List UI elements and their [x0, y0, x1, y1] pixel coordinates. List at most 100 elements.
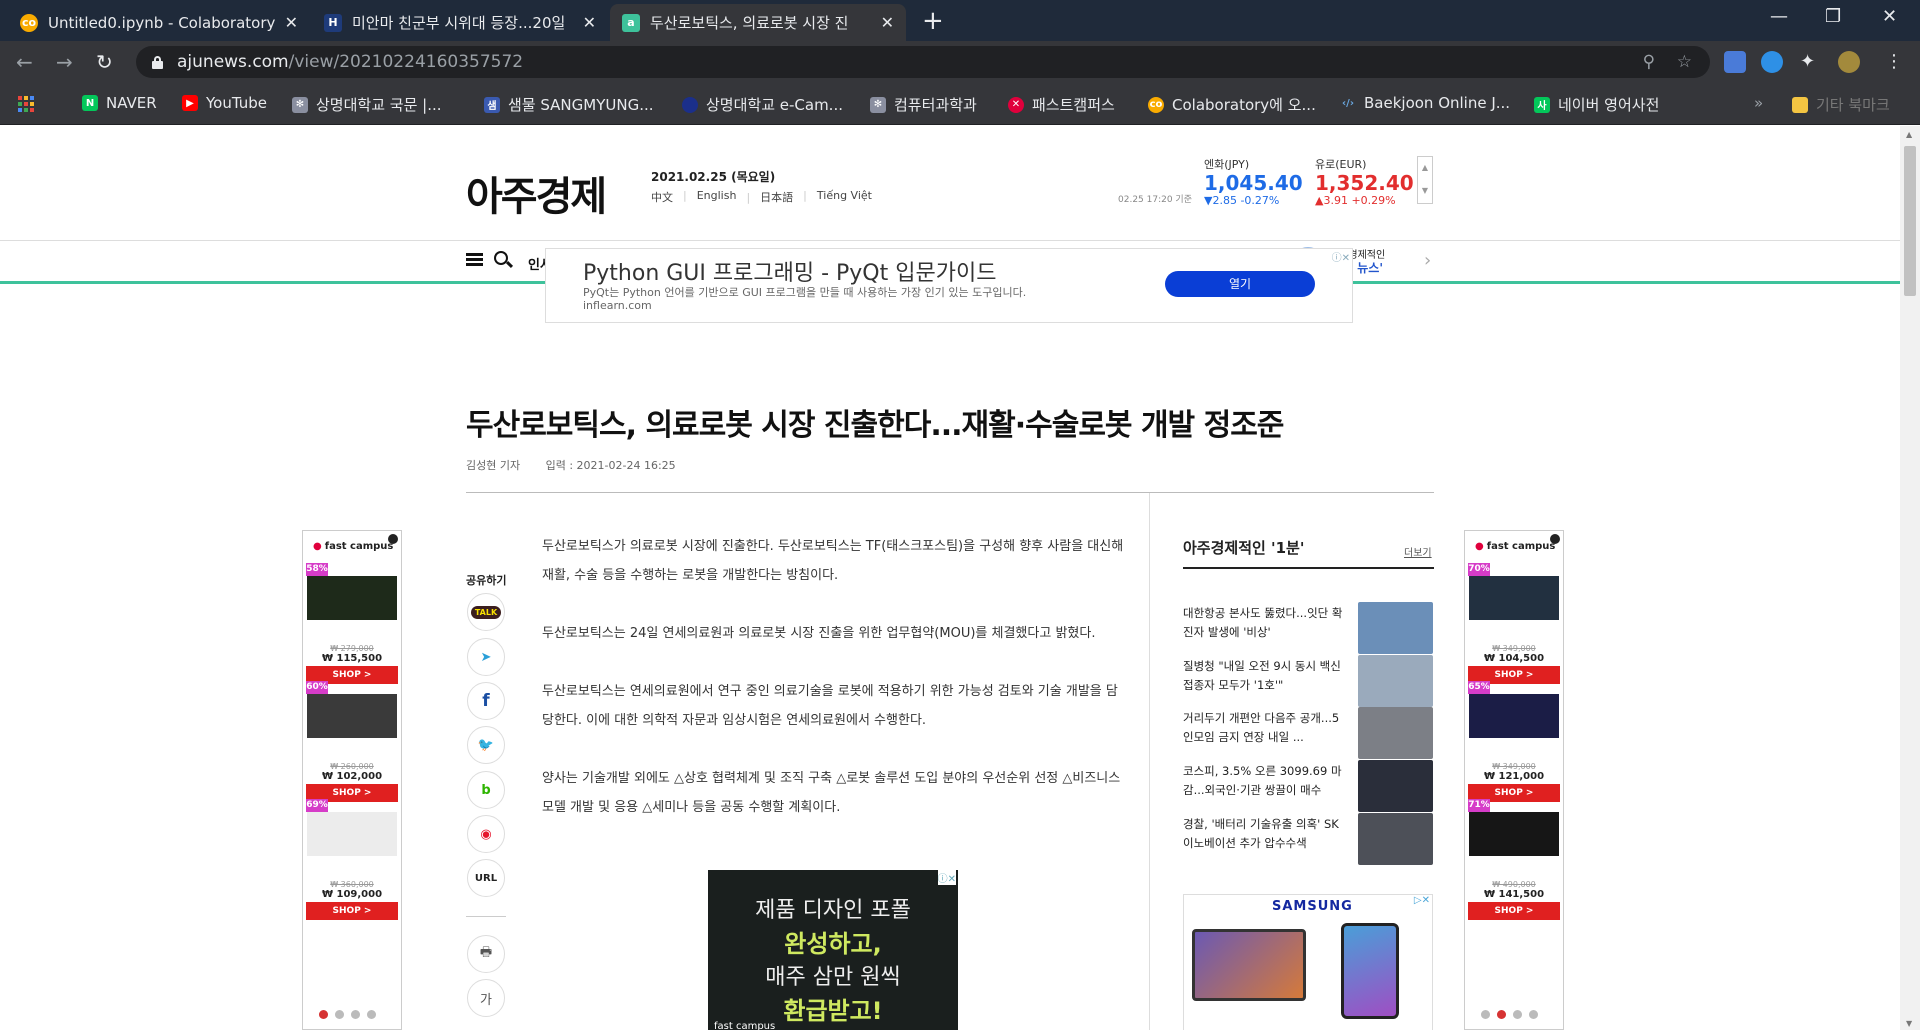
course-image[interactable] — [1469, 694, 1559, 738]
sidebar-news-item[interactable]: 경찰, '배터리 기술유출 의혹' SK이노베이션 추가 압수수색 — [1183, 813, 1435, 865]
ad-product[interactable]: 60% ₩ 260,000 ₩ 102,000 SHOP > — [306, 681, 398, 802]
cloud-extension-icon[interactable] — [1761, 51, 1783, 73]
band-icon[interactable]: b — [467, 771, 505, 809]
samsung-ad[interactable]: SAMSUNG ▷✕ — [1183, 894, 1433, 1030]
ad-product[interactable]: 58% ₩ 279,000 ₩ 115,500 SHOP > — [306, 563, 398, 684]
news-headline[interactable]: 질병청 "내일 오전 9시 동시 백신 접종자 모두가 '1호'" — [1183, 657, 1343, 695]
left-skyscraper-ad[interactable]: fast campus 58%₩ 279,000₩ 115,500SHOP >6… — [302, 530, 402, 1030]
search-icon[interactable] — [494, 251, 508, 265]
bookmark-sangmyung[interactable]: 샘 샘물 SANGMYUNG... — [484, 94, 654, 115]
tab-colab[interactable]: co Untitled0.ipynb - Colaboratory ✕ — [8, 4, 310, 41]
tab-ajunews[interactable]: a 두산로보틱스, 의료로봇 시장 진 ✕ — [610, 4, 906, 41]
lang-chinese-link[interactable]: 中文 — [651, 189, 673, 205]
lang-vietnamese-link[interactable]: Tiếng Việt — [803, 189, 872, 205]
ad-info-icon[interactable] — [388, 534, 398, 544]
bookmark-naver[interactable]: N NAVER — [82, 94, 157, 112]
scrollbar-thumb[interactable] — [1904, 146, 1916, 296]
more-link[interactable]: 더보기 — [1404, 544, 1432, 559]
fx-up-icon[interactable]: ▲ — [1418, 157, 1432, 180]
close-tab-icon[interactable]: ✕ — [285, 13, 298, 32]
news-thumbnail[interactable] — [1358, 760, 1433, 812]
weibo-icon[interactable]: ◉ — [467, 815, 505, 853]
facebook-icon[interactable]: f — [467, 682, 505, 720]
close-window-icon[interactable]: ✕ — [1882, 6, 1897, 27]
address-bar[interactable]: ajunews.com/view/20210224160357572 ⚲ ☆ — [136, 46, 1710, 78]
lang-japanese-link[interactable]: 日本語 — [746, 189, 793, 205]
chevron-right-icon[interactable]: › — [1424, 250, 1431, 271]
back-icon[interactable]: ← — [16, 50, 33, 74]
ad-product[interactable]: 71% ₩ 490,000 ₩ 141,500 SHOP > — [1468, 799, 1560, 920]
extensions-puzzle-icon[interactable]: ✦ — [1800, 51, 1822, 73]
news-thumbnail[interactable] — [1358, 813, 1433, 865]
news-headline[interactable]: 대한항공 본사도 뚫렸다...잇단 확진자 발생에 '비상' — [1183, 604, 1343, 642]
top-ad-banner[interactable]: Python GUI 프로그래밍 - PyQt 입문가이드 PyQt는 Pyth… — [545, 248, 1353, 323]
font-size-icon[interactable]: 가 — [467, 979, 505, 1017]
tab-news-myanmar[interactable]: H 미안마 친군부 시위대 등장...20일 ✕ — [312, 4, 608, 41]
bookmarks-overflow-icon[interactable]: » — [1754, 94, 1763, 112]
bookmark-ecampus[interactable]: 상명대학교 e-Cam... — [682, 94, 843, 115]
hamburger-menu-icon[interactable] — [466, 253, 483, 267]
site-logo[interactable]: 아주경제 — [466, 164, 607, 222]
zoom-icon[interactable]: ⚲ — [1643, 52, 1655, 72]
url-copy-icon[interactable]: URL — [467, 859, 505, 897]
sidebar-news-item[interactable]: 질병청 "내일 오전 9시 동시 백신 접종자 모두가 '1호'" — [1183, 655, 1435, 707]
course-image[interactable] — [307, 694, 397, 738]
kakaotalk-icon[interactable]: TALK — [467, 593, 505, 631]
shop-button[interactable]: SHOP > — [306, 902, 398, 920]
ad-info-icon[interactable] — [1550, 534, 1560, 544]
page-scrollbar[interactable]: ▲ ▼ — [1900, 126, 1920, 1030]
news-thumbnail[interactable] — [1358, 707, 1433, 759]
twitter-icon[interactable]: 🐦 — [467, 726, 505, 764]
reporter-name[interactable]: 김성현 기자 — [466, 459, 520, 472]
course-image[interactable] — [307, 576, 397, 620]
ad-close-icon[interactable]: ⓘ✕ — [1332, 249, 1350, 264]
print-icon[interactable]: 🖶 — [467, 935, 505, 973]
ad-product[interactable]: 69% ₩ 360,000 ₩ 109,000 SHOP > — [306, 799, 398, 920]
fx-scroll-control[interactable]: ▲ ▼ — [1417, 156, 1433, 204]
news-headline[interactable]: 경찰, '배터리 기술유출 의혹' SK이노베이션 추가 압수수색 — [1183, 815, 1343, 853]
scroll-down-icon[interactable]: ▼ — [1906, 1019, 1912, 1028]
lang-english-link[interactable]: English — [683, 189, 737, 205]
right-skyscraper-ad[interactable]: fast campus 70%₩ 349,000₩ 104,500SHOP >6… — [1464, 530, 1564, 1030]
sidebar-news-item[interactable]: 대한항공 본사도 뚫렸다...잇단 확진자 발생에 '비상' — [1183, 602, 1435, 654]
carousel-dots[interactable] — [319, 1010, 376, 1019]
bookmark-smu-korean[interactable]: ✻ 상명대학교 국문 |... — [292, 94, 442, 115]
news-thumbnail[interactable] — [1358, 655, 1433, 707]
fx-down-icon[interactable]: ▼ — [1418, 180, 1432, 203]
bookmark-youtube[interactable]: ▶ YouTube — [182, 94, 267, 112]
news-headline[interactable]: 거리두기 개편안 다음주 공개...5인모임 금지 연장 내일 ... — [1183, 709, 1343, 747]
lock-icon[interactable] — [152, 55, 163, 69]
ad-close-icon[interactable]: ⓘ✕ — [937, 870, 956, 885]
news-thumbnail[interactable] — [1358, 602, 1433, 654]
sidebar-news-item[interactable]: 거리두기 개편안 다음주 공개...5인모임 금지 연장 내일 ... — [1183, 707, 1435, 759]
bookmark-colab[interactable]: co Colaboratory에 오... — [1148, 94, 1316, 115]
news-headline[interactable]: 코스피, 3.5% 오른 3099.69 마감...외국인·기관 쌍끌이 매수 — [1183, 762, 1343, 800]
telegram-icon[interactable]: ➤ — [467, 638, 505, 676]
sidebar-news-item[interactable]: 코스피, 3.5% 오른 3099.69 마감...외국인·기관 쌍끌이 매수 — [1183, 760, 1435, 812]
extension-icon[interactable] — [1724, 51, 1746, 73]
maximize-icon[interactable]: ❐ — [1825, 6, 1841, 27]
bookmark-star-icon[interactable]: ☆ — [1677, 52, 1692, 72]
new-tab-button[interactable]: + — [922, 6, 944, 36]
url-text[interactable]: ajunews.com/view/20210224160357572 — [177, 52, 523, 72]
bookmark-fastcampus[interactable]: ✕ 패스트캠퍼스 — [1008, 94, 1115, 115]
ad-close-icon[interactable]: ▷✕ — [1414, 895, 1430, 906]
other-bookmarks[interactable]: 기타 북마크 — [1792, 94, 1890, 115]
profile-avatar[interactable] — [1838, 51, 1860, 73]
ad-product[interactable]: 70% ₩ 349,000 ₩ 104,500 SHOP > — [1468, 563, 1560, 684]
forward-icon[interactable]: → — [56, 50, 73, 74]
ad-open-button[interactable]: 열기 — [1165, 271, 1315, 297]
close-tab-icon[interactable]: ✕ — [881, 13, 894, 32]
apps-icon[interactable] — [18, 96, 34, 112]
course-image[interactable] — [1469, 812, 1559, 856]
course-image[interactable] — [307, 812, 397, 856]
ad-product[interactable]: 65% ₩ 349,000 ₩ 121,000 SHOP > — [1468, 681, 1560, 802]
close-tab-icon[interactable]: ✕ — [583, 13, 596, 32]
scroll-up-icon[interactable]: ▲ — [1906, 130, 1912, 139]
reload-icon[interactable]: ↻ — [96, 50, 113, 74]
course-image[interactable] — [1469, 576, 1559, 620]
shop-button[interactable]: SHOP > — [1468, 902, 1560, 920]
bookmark-cs-dept[interactable]: ✻ 컴퓨터과학과 — [870, 94, 977, 115]
inline-ad-fastcampus[interactable]: 제품 디자인 포폴 완성하고, 매주 삼만 원씩 환급받고! fast camp… — [708, 870, 958, 1030]
menu-kebab-icon[interactable]: ⋮ — [1885, 51, 1907, 73]
